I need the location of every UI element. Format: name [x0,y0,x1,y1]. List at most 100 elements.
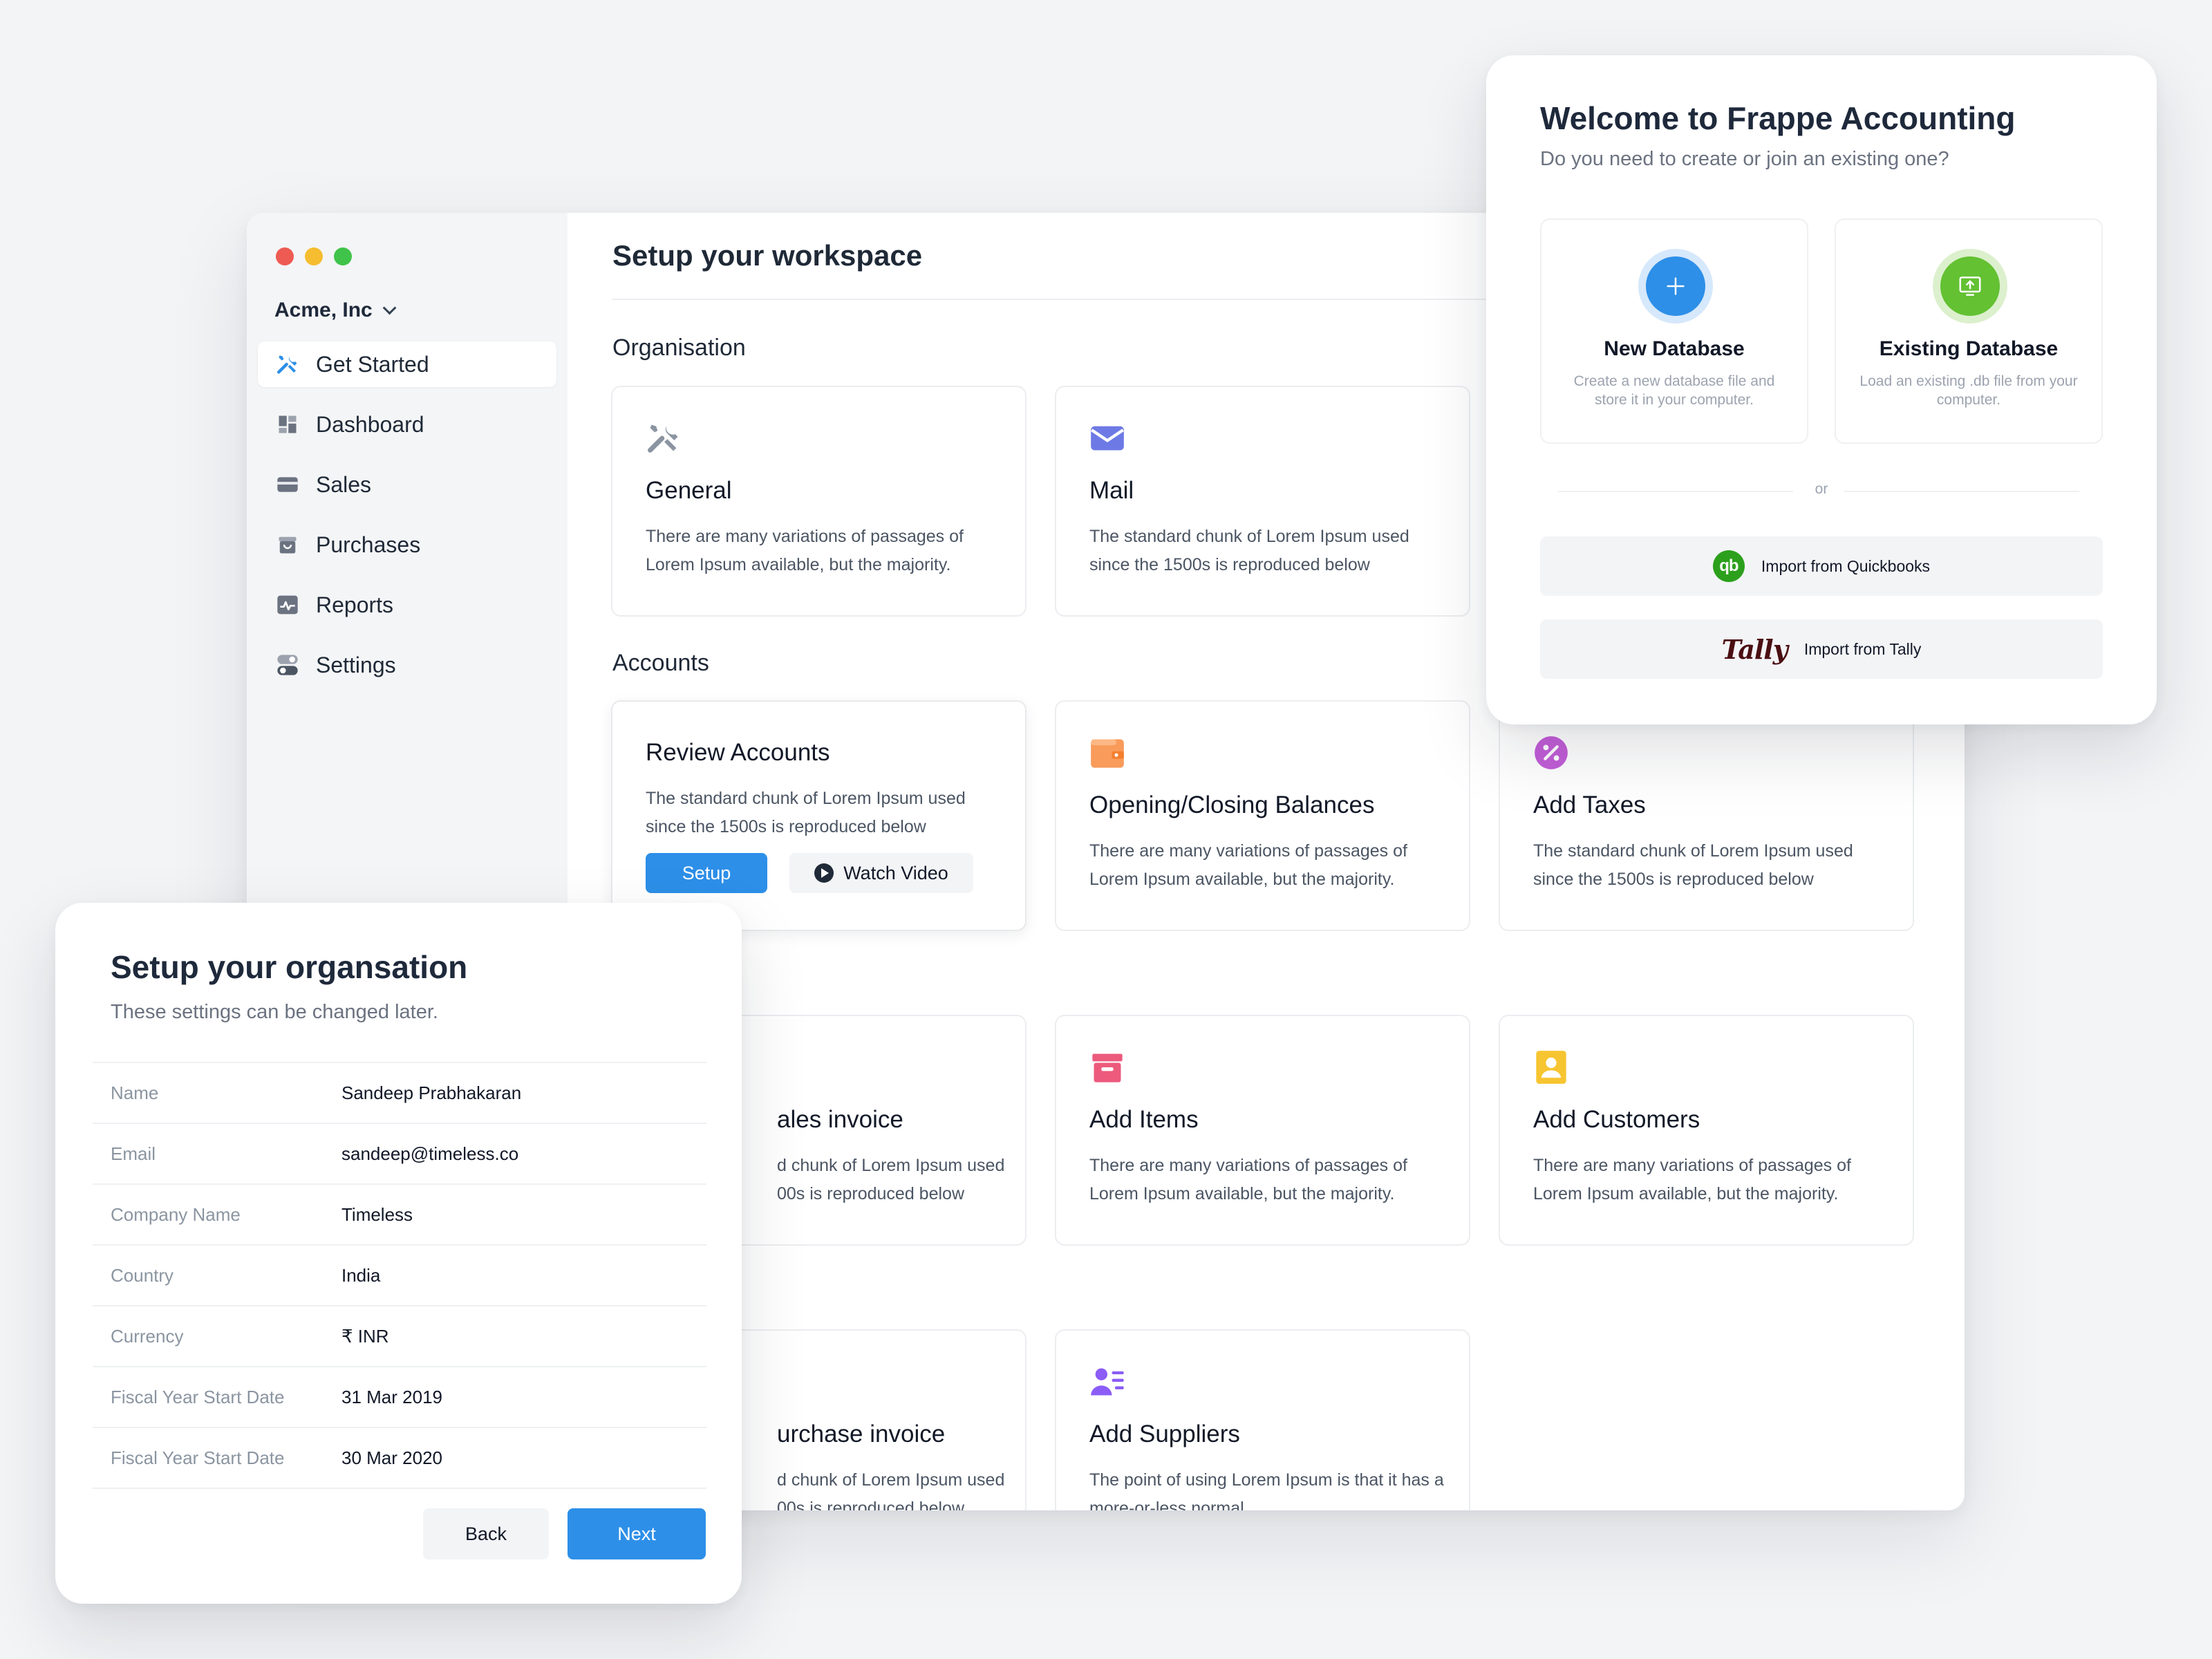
card-title: Add Suppliers [1089,1421,1240,1447]
card-title: Add Items [1089,1106,1199,1133]
fiscal-year-start-field-2[interactable]: 30 Mar 2020 [341,1447,442,1469]
form-row-email: Email sandeep@timeless.co [93,1124,706,1185]
window-controls [276,247,352,265]
card-description: The point of using Lorem Ipsum is that i… [1089,1470,1444,1510]
field-label: Country [111,1264,174,1286]
new-database-title: New Database [1604,337,1745,360]
card-general[interactable]: General There are many variations of pas… [611,386,1027,617]
card-description: d chunk of Lorem Ipsum used 00s is repro… [777,1156,1005,1203]
form-row-country: Country India [93,1246,706,1306]
card-title: Add Customers [1533,1106,1700,1133]
watch-video-button[interactable]: Watch Video [789,853,973,893]
sidebar-item-label: Settings [316,652,396,677]
page-title: Setup your workspace [612,239,923,272]
upload-monitor-icon [1933,249,2007,324]
card-icon [276,473,299,496]
currency-field[interactable]: ₹ INR [341,1326,389,1347]
card-description: d chunk of Lorem Ipsum used 00s is repro… [777,1470,1005,1510]
card-add-customers[interactable]: Add Customers There are many variations … [1499,1015,1914,1246]
field-label: Fiscal Year Start Date [111,1447,285,1468]
new-database-desc: Create a new database file and store it … [1573,373,1775,408]
card-opening-closing-balances[interactable]: Opening/Closing Balances There are many … [1055,700,1470,931]
next-button[interactable]: Next [568,1508,706,1559]
card-title: General [646,477,732,504]
sidebar-nav: Get Started Dashboard Sales Purchases Re… [258,341,556,702]
back-button[interactable]: Back [423,1508,549,1559]
field-label: Company Name [111,1203,241,1225]
import-quickbooks-button[interactable]: qb Import from Quickbooks [1540,536,2103,596]
contact-icon [1533,1049,1569,1085]
card-title: Review Accounts [646,739,830,766]
fiscal-year-start-field[interactable]: 31 Mar 2019 [341,1387,442,1408]
existing-database-option[interactable]: Existing Database Load an existing .db f… [1835,218,2103,444]
wallet-icon [1089,735,1125,771]
new-database-option[interactable]: New Database Create a new database file … [1540,218,1808,444]
or-separator: or [1815,481,1828,497]
play-icon [814,863,834,883]
card-add-taxes[interactable]: Add Taxes The standard chunk of Lorem Ip… [1499,700,1914,931]
country-field[interactable]: India [341,1265,380,1286]
tally-logo-icon: Tally [1721,633,1788,665]
setup-button[interactable]: Setup [646,853,767,893]
card-review-accounts[interactable]: Review Accounts The standard chunk of Lo… [611,700,1027,931]
email-field[interactable]: sandeep@timeless.co [341,1143,518,1165]
organisation-form: Name Sandeep Prabhakaran Email sandeep@t… [93,1062,706,1489]
chart-icon [276,593,299,617]
organisation-subtitle: These settings can be changed later. [111,1001,438,1023]
section-accounts: Accounts [612,650,709,676]
card-title: Add Taxes [1533,791,1646,818]
sidebar-item-label: Purchases [316,532,421,557]
welcome-subtitle: Do you need to create or join an existin… [1540,148,1949,170]
existing-database-title: Existing Database [1879,337,2059,360]
card-description: The standard chunk of Lorem Ipsum used s… [1089,527,1409,574]
card-description: There are many variations of passages of… [646,527,964,574]
sidebar-item-label: Get Started [316,351,429,377]
dashboard-icon [276,413,299,436]
name-field[interactable]: Sandeep Prabhakaran [341,1082,521,1104]
card-actions: Setup Watch Video [646,853,973,893]
company-switcher[interactable]: Acme, Inc [274,299,397,322]
quickbooks-logo-icon: qb [1712,550,1745,582]
card-add-items[interactable]: Add Items There are many variations of p… [1055,1015,1470,1246]
plus-icon [1638,249,1713,324]
form-row-company: Company Name Timeless [93,1185,706,1246]
card-description: The standard chunk of Lorem Ipsum used s… [646,789,966,836]
welcome-dialog: Welcome to Frappe Accounting Do you need… [1486,55,2157,724]
sidebar-item-dashboard[interactable]: Dashboard [258,402,556,447]
form-row-fiscal-start-2: Fiscal Year Start Date 30 Mar 2020 [93,1428,706,1489]
card-description: The standard chunk of Lorem Ipsum used s… [1533,841,1853,889]
basket-icon [276,533,299,556]
sidebar-item-reports[interactable]: Reports [258,582,556,628]
card-title: urchase invoice [777,1421,946,1447]
supplier-icon [1089,1364,1125,1400]
card-title: ales invoice [777,1106,903,1133]
archive-icon [1089,1049,1125,1085]
sidebar-item-sales[interactable]: Sales [258,462,556,507]
minimize-window-button[interactable] [305,247,323,265]
watch-video-label: Watch Video [843,862,948,883]
organisation-title: Setup your organsation [111,949,468,985]
organisation-dialog: Setup your organsation These settings ca… [55,903,742,1604]
sidebar-item-label: Dashboard [316,411,424,437]
company-name-field[interactable]: Timeless [341,1204,413,1226]
maximize-window-button[interactable] [334,247,352,265]
sidebar-item-label: Reports [316,592,394,617]
card-add-suppliers[interactable]: Add Suppliers The point of using Lorem I… [1055,1329,1470,1510]
sidebar-item-purchases[interactable]: Purchases [258,522,556,568]
field-label: Email [111,1143,156,1164]
import-tally-label: Import from Tally [1803,639,1922,658]
sidebar-item-settings[interactable]: Settings [258,642,556,688]
close-window-button[interactable] [276,247,294,265]
sidebar-item-get-started[interactable]: Get Started [258,341,556,387]
card-description: There are many variations of passages of… [1089,1156,1407,1203]
company-name: Acme, Inc [274,299,373,321]
card-title: Opening/Closing Balances [1089,791,1375,818]
sidebar-item-label: Sales [316,471,372,497]
chevron-down-icon [382,301,397,315]
card-mail[interactable]: Mail The standard chunk of Lorem Ipsum u… [1055,386,1470,617]
import-tally-button[interactable]: Tally Import from Tally [1540,619,2103,679]
tools-icon [276,353,299,376]
field-label: Name [111,1082,159,1103]
percent-icon [1533,735,1569,771]
welcome-title: Welcome to Frappe Accounting [1540,100,2016,136]
